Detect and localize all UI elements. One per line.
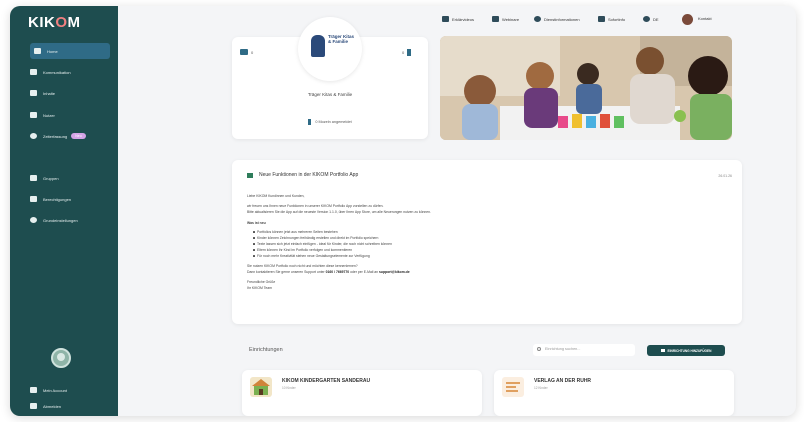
topbar-item-webinare[interactable]: Webinare bbox=[492, 16, 519, 22]
news-icon bbox=[598, 16, 605, 22]
einrichtungen-title: Einrichtungen bbox=[249, 347, 283, 353]
sidebar-item-berechtigungen[interactable]: Berechtigungen bbox=[30, 191, 110, 207]
einrichtung-search-input[interactable]: Einrichtung suchen... bbox=[533, 344, 635, 356]
topbar-item-label: Sofortinfo bbox=[608, 16, 626, 22]
content-icon bbox=[30, 90, 37, 96]
search-icon bbox=[537, 347, 541, 351]
logo[interactable]: KIKOM bbox=[28, 14, 81, 31]
sidebar-item-nutzer[interactable]: Nutzer bbox=[30, 107, 110, 123]
settings-icon bbox=[30, 217, 37, 223]
id-card-icon bbox=[240, 49, 248, 55]
news-title: Neue Funktionen in der KIKOM Portfolio A… bbox=[247, 172, 358, 178]
sidebar-item-abmelden[interactable]: Abmelden bbox=[30, 398, 110, 414]
kindergarten-logo bbox=[250, 377, 272, 397]
contact-avatar[interactable] bbox=[682, 14, 693, 25]
news-intro-2: Bitte aktualisieren Sie die App auf die … bbox=[247, 210, 431, 214]
topbar-item-sofortinfo[interactable]: Sofortinfo bbox=[598, 16, 625, 22]
new-badge: Neu bbox=[71, 133, 86, 139]
home-icon bbox=[34, 48, 41, 54]
news-signoff-1: Freundliche Grüße bbox=[247, 280, 276, 284]
sidebar: KIKOM Home Kommunikation Inhalte Nutzer … bbox=[10, 6, 118, 416]
support-email[interactable]: support@kikom.de bbox=[379, 270, 410, 274]
account-icon bbox=[30, 387, 37, 393]
sidebar-item-label: Mein Account bbox=[43, 387, 68, 393]
news-signoff-2: Ihr KIKOM Team bbox=[247, 286, 272, 290]
news-bullet: Für noch mehr Kreativität stehen neue Ge… bbox=[253, 254, 370, 258]
app-window: KIKOM Home Kommunikation Inhalte Nutzer … bbox=[10, 6, 796, 416]
contact-link[interactable]: Kontakt bbox=[698, 16, 712, 21]
groups-count: 0 bbox=[240, 49, 253, 55]
sidebar-item-zeiterfassung[interactable]: Zeiterfassung Neu bbox=[30, 128, 110, 144]
news-greeting: Liebe KIKOM Kundinnen und Kunden, bbox=[247, 194, 305, 198]
news-bullet: Portfolios können jetzt aus mehreren Sei… bbox=[253, 230, 338, 234]
news-outro-1: Sie nutzen KIKOM Portfolio noch nicht un… bbox=[247, 264, 358, 268]
sidebar-item-label: Kommunikation bbox=[43, 69, 71, 75]
sidebar-item-mein-account[interactable]: Mein Account bbox=[30, 382, 110, 398]
user-avatar[interactable] bbox=[51, 348, 71, 368]
sidebar-item-label: Home bbox=[47, 48, 58, 54]
topbar: Erklärvideos Webinare Dienstinformatione… bbox=[118, 6, 796, 34]
sidebar-item-label: Berechtigungen bbox=[43, 196, 72, 202]
organization-name: Träger Kitas & Familie bbox=[307, 92, 353, 97]
news-bullet: Eltern können ihr Kind im Portfolio verf… bbox=[252, 248, 353, 252]
publisher-logo bbox=[502, 377, 524, 397]
permissions-icon bbox=[30, 196, 37, 202]
sidebar-item-label: Inhalte bbox=[43, 90, 56, 96]
language-label: DE bbox=[653, 16, 659, 22]
sidebar-item-grundeinstellungen[interactable]: Grundeinstellungen bbox=[30, 212, 110, 228]
children-count: 0 bbox=[402, 49, 412, 56]
language-selector[interactable]: DE bbox=[643, 16, 659, 22]
chat-icon bbox=[30, 69, 37, 75]
sidebar-item-label: Nutzer bbox=[43, 112, 55, 118]
topbar-item-label: Erklärvideos bbox=[452, 16, 475, 22]
institution-card[interactable]: KIKOM KINDERGARTEN SANDERAU 10 Kinder bbox=[242, 370, 482, 416]
sidebar-item-home[interactable]: Home bbox=[30, 43, 110, 59]
institution-count: 10 Kinder bbox=[282, 386, 296, 390]
info-icon bbox=[534, 16, 541, 22]
news-bullet: Kinder können Zeichnungen freihändig ers… bbox=[252, 236, 379, 240]
profile-card: Träger Kitas & Familie 0 0 Träger Kitas … bbox=[232, 17, 428, 139]
sidebar-item-label: Gruppen bbox=[43, 175, 59, 181]
contact-label: Kontakt bbox=[698, 16, 712, 21]
news-bullet: Texte lassen sich jetzt einfach einfügen… bbox=[253, 242, 392, 246]
logout-icon bbox=[30, 403, 37, 409]
topbar-item-videos[interactable]: Erklärvideos bbox=[442, 16, 474, 22]
sidebar-item-label: Grundeinstellungen bbox=[43, 217, 78, 223]
topbar-item-label: Webinare bbox=[502, 16, 520, 22]
webinar-icon bbox=[492, 16, 499, 22]
children-playing-image bbox=[440, 36, 732, 140]
house-icon bbox=[311, 35, 325, 57]
users-icon bbox=[30, 112, 37, 118]
language-icon bbox=[643, 16, 650, 22]
news-intro-1: wir freuen uns Ihnen neue Funktionen in … bbox=[247, 204, 384, 208]
sidebar-item-label: Zeiterfassung bbox=[43, 133, 68, 139]
megaphone-icon bbox=[247, 172, 253, 178]
topbar-item-dienstinformationen[interactable]: Dienstinformationen bbox=[534, 16, 580, 22]
institution-name: VERLAG AN DER RUHR bbox=[534, 378, 592, 384]
groups-icon bbox=[30, 175, 37, 181]
institution-card[interactable]: VERLAG AN DER RUHR 12 Kinder bbox=[494, 370, 734, 416]
sidebar-item-inhalte[interactable]: Inhalte bbox=[30, 85, 110, 101]
registered-status: 0 Mozeln angemeldet bbox=[232, 119, 428, 125]
sidebar-item-label: Abmelden bbox=[43, 403, 62, 409]
topbar-item-label: Dienstinformationen bbox=[544, 16, 580, 22]
sidebar-item-kommunikation[interactable]: Kommunikation bbox=[30, 64, 110, 80]
organization-logo: Träger Kitas & Familie bbox=[298, 17, 362, 81]
person-icon bbox=[308, 119, 312, 125]
support-phone: 0160 / 7669770 bbox=[325, 270, 350, 274]
institution-count: 12 Kinder bbox=[534, 386, 548, 390]
person-icon bbox=[407, 49, 412, 56]
sidebar-item-gruppen[interactable]: Gruppen bbox=[30, 170, 110, 186]
news-section-title: Was ist neu bbox=[247, 221, 266, 225]
add-einrichtung-button[interactable]: EINRICHTUNG HINZUFÜGEN bbox=[647, 345, 725, 356]
logo-text: Träger Kitas & Familie bbox=[328, 34, 355, 44]
clock-icon bbox=[30, 133, 37, 139]
hero-photo bbox=[440, 36, 732, 140]
video-icon bbox=[442, 16, 449, 22]
news-outro-2: Dann kontaktieren Sie gerne unseren Supp… bbox=[247, 270, 410, 274]
news-date: 26.01.26 bbox=[718, 174, 732, 178]
institution-name: KIKOM KINDERGARTEN SANDERAU bbox=[282, 378, 371, 384]
plus-icon bbox=[660, 349, 665, 352]
news-card: Neue Funktionen in der KIKOM Portfolio A… bbox=[232, 160, 742, 324]
